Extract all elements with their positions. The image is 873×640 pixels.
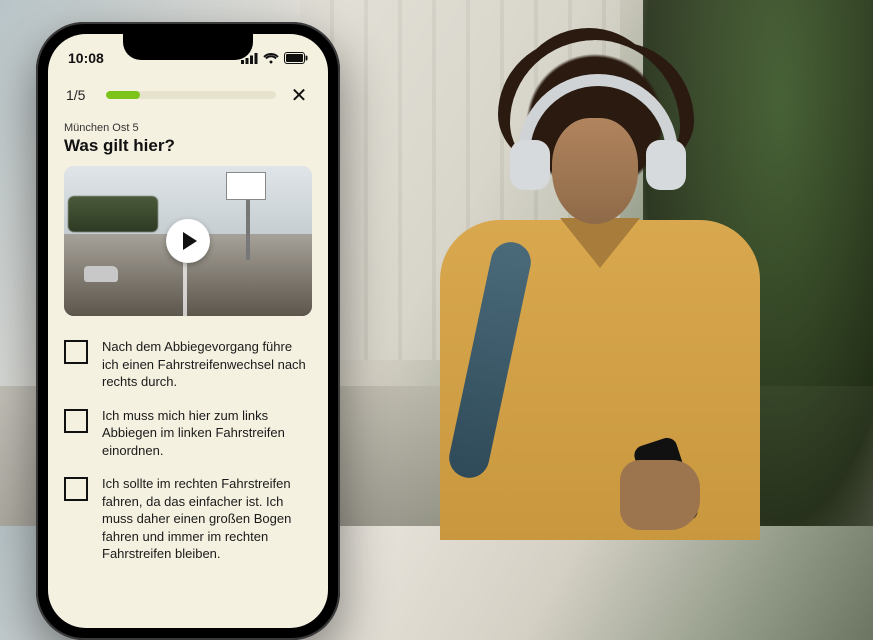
progress-counter: 1/5 [66, 87, 94, 103]
checkbox[interactable] [64, 340, 88, 364]
question-title: Was gilt hier? [64, 136, 312, 156]
battery-icon [284, 52, 308, 64]
play-icon [183, 232, 197, 250]
checkbox[interactable] [64, 477, 88, 501]
phone-notch [123, 34, 253, 60]
quiz-header: 1/5 ✕ [48, 78, 328, 106]
play-button[interactable] [166, 219, 210, 263]
car-icon [84, 266, 118, 282]
phone-frame: 10:08 1/5 ✕ München Ost 5 Was gilt hier? [36, 22, 340, 640]
traffic-sign-icon [226, 172, 266, 200]
answer-option[interactable]: Nach dem Abbiegevorgang führe ich einen … [64, 338, 312, 391]
wifi-icon [263, 53, 279, 64]
checkbox[interactable] [64, 409, 88, 433]
lesson-label: München Ost 5 [64, 122, 312, 134]
hand-holding-phone [600, 440, 720, 560]
answer-text: Ich muss mich hier zum links Abbiegen im… [102, 407, 312, 460]
answer-option[interactable]: Ich muss mich hier zum links Abbiegen im… [64, 407, 312, 460]
person-figure [430, 40, 770, 526]
answer-text: Ich sollte im rechten Fahrstreifen fahre… [102, 475, 312, 563]
progress-fill [106, 91, 140, 99]
person-face [552, 118, 638, 224]
progress-bar [106, 91, 276, 99]
answer-option[interactable]: Ich sollte im rechten Fahrstreifen fahre… [64, 475, 312, 563]
question-video[interactable] [64, 166, 312, 316]
close-button[interactable]: ✕ [288, 84, 310, 106]
close-icon: ✕ [291, 83, 308, 108]
quiz-content: München Ost 5 Was gilt hier? Nach dem Ab… [48, 122, 328, 628]
answer-text: Nach dem Abbiegevorgang führe ich einen … [102, 338, 312, 391]
answer-list: Nach dem Abbiegevorgang führe ich einen … [64, 338, 312, 563]
phone-screen: 10:08 1/5 ✕ München Ost 5 Was gilt hier? [48, 34, 328, 628]
status-time: 10:08 [68, 50, 104, 66]
